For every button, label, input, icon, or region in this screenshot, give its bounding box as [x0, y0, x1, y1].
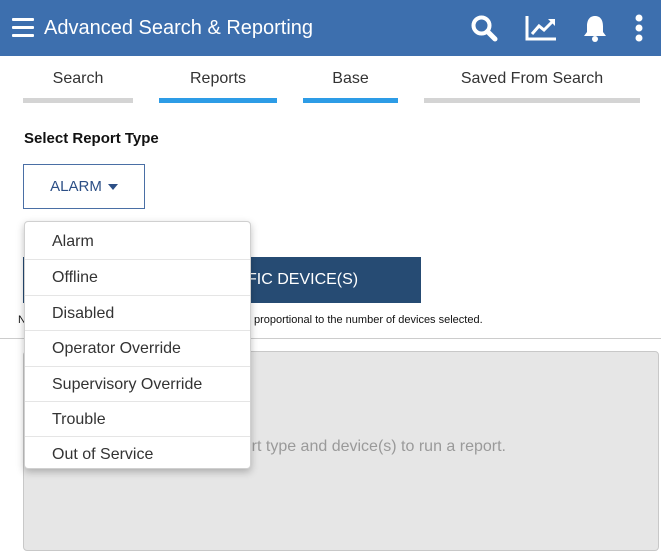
- note-text: proportional to the number of devices se…: [253, 314, 483, 326]
- search-icon[interactable]: [470, 14, 498, 42]
- menu-item-supervisory-override[interactable]: Supervisory Override: [25, 365, 250, 401]
- tab-underline: [303, 98, 398, 103]
- tab-base[interactable]: Base: [303, 70, 398, 103]
- select-report-type-label: Select Report Type: [24, 130, 159, 147]
- tab-saved-from-search[interactable]: Saved From Search: [424, 70, 640, 103]
- tab-label: Base: [332, 70, 369, 87]
- tab-label: Saved From Search: [460, 70, 604, 87]
- tab-search[interactable]: Search: [23, 70, 133, 103]
- tab-reports[interactable]: Reports: [159, 70, 277, 103]
- tab-underline: [23, 98, 133, 103]
- menu-item-out-of-service[interactable]: Out of Service: [25, 436, 250, 471]
- report-type-menu: Alarm Offline Disabled Operator Override…: [24, 221, 251, 469]
- menu-item-operator-override[interactable]: Operator Override: [25, 330, 250, 365]
- report-type-dropdown[interactable]: ALARM: [23, 164, 145, 209]
- tab-label: Reports: [189, 70, 247, 87]
- bell-icon[interactable]: [582, 14, 608, 42]
- app-title: Advanced Search & Reporting: [44, 17, 314, 39]
- menu-item-alarm[interactable]: Alarm: [25, 224, 250, 259]
- menu-icon[interactable]: [12, 18, 34, 37]
- app-header: Advanced Search & Reporting: [0, 0, 661, 56]
- menu-item-disabled[interactable]: Disabled: [25, 294, 250, 330]
- kebab-icon[interactable]: [634, 14, 644, 42]
- tab-label: Search: [52, 70, 104, 87]
- tab-bar: Search Reports Base Saved From Search: [0, 70, 661, 106]
- report-type-value: ALARM: [50, 178, 102, 195]
- tab-underline: [159, 98, 277, 103]
- tab-underline: [424, 98, 640, 103]
- menu-item-trouble[interactable]: Trouble: [25, 400, 250, 436]
- caret-down-icon: [107, 184, 118, 191]
- menu-item-offline[interactable]: Offline: [25, 259, 250, 294]
- chart-icon[interactable]: [524, 14, 558, 42]
